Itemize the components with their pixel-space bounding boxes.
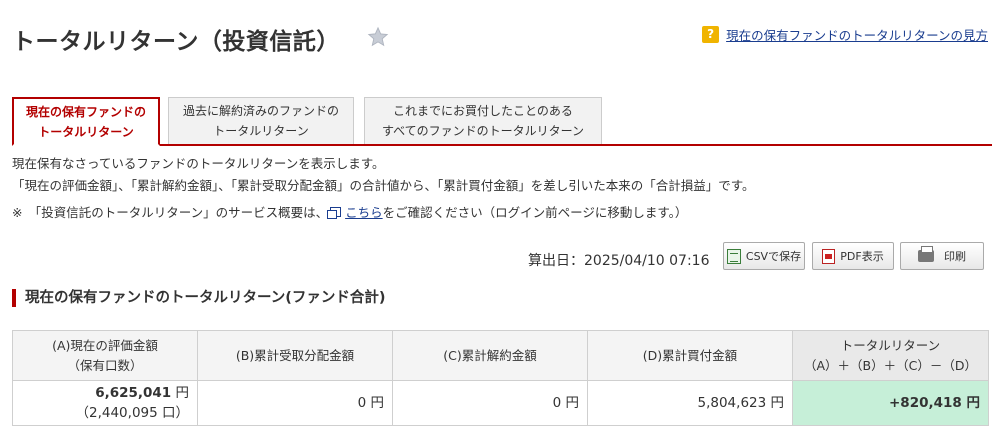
description-line-1: 現在保有なさっているファンドのトータルリターンを表示します。 (12, 156, 385, 171)
description-line-2: 「現在の評価金額」、「累計解約金額」、「累計受取分配金額」の合計値から、「累計買… (12, 178, 755, 193)
header-line1: (A)現在の評価金額 (52, 337, 158, 353)
tab-current-holdings[interactable]: 現在の保有ファンドの トータルリターン (12, 97, 160, 146)
tab-past-sold-funds[interactable]: 過去に解約済みのファンドの トータルリターン (168, 97, 354, 144)
tab-all-funds[interactable]: これまでにお買付したことのある すべてのファンドのトータルリターン (364, 97, 602, 144)
header-line1: トータルリターン (840, 337, 941, 353)
table-row: 6,625,041 円 （2,440,095 口） 0 円 0 円 5,804,… (12, 380, 989, 426)
units-held: （2,440,095 口） (75, 405, 190, 421)
description-note: ※ 「投資信託のトータルリターン」のサービス概要は、 こちら をご確認ください（… (12, 202, 687, 221)
calculation-date: 算出日：2025/04/10 07:16 (528, 253, 710, 269)
help-icon: ? (702, 26, 720, 43)
header-line2: （A）＋（B）＋（C）－（D） (804, 357, 977, 373)
pdf-icon (822, 248, 836, 264)
cell-redemptions: 0 円 (392, 380, 588, 426)
print-button-label: 印刷 (944, 250, 966, 263)
current-value-amount: 6,625,041 (95, 385, 172, 401)
header-line2: （保有口数） (67, 357, 143, 373)
current-value-unit: 円 (171, 385, 189, 401)
page-title: トータルリターン（投資信託） (12, 29, 340, 55)
total-return-table: (A)現在の評価金額 （保有口数） (B)累計受取分配金額 (C)累計解約金額 … (12, 330, 989, 426)
section-title: 現在の保有ファンドのトータルリターン(ファンド合計) (12, 289, 386, 307)
printer-icon (918, 246, 934, 262)
note-prefix: ※ 「投資信託のトータルリターン」のサービス概要は、 (12, 205, 329, 220)
header-total-return: トータルリターン （A）＋（B）＋（C）－（D） (792, 330, 989, 381)
csv-save-button[interactable]: CSVで保存 (723, 242, 805, 270)
help-link[interactable]: ? 現在の保有ファンドのトータルリターンの見方 (702, 25, 988, 44)
header-redemptions: (C)累計解約金額 (392, 330, 588, 381)
favorite-star-icon[interactable] (367, 26, 389, 48)
tab-label-line1: 現在の保有ファンドの (25, 104, 146, 119)
header-distributions: (B)累計受取分配金額 (197, 330, 393, 381)
tab-label-line2: トータルリターン (38, 124, 134, 139)
cell-purchases: 5,804,623 円 (587, 380, 793, 426)
csv-icon (726, 248, 741, 264)
tab-label-line1: これまでにお買付したことのある (393, 104, 573, 118)
header-purchases: (D)累計買付金額 (587, 330, 793, 381)
service-overview-link[interactable]: こちら (345, 202, 383, 221)
tab-label-line2: トータルリターン (213, 124, 309, 138)
help-link-text[interactable]: 現在の保有ファンドのトータルリターンの見方 (726, 25, 988, 44)
pdf-view-button[interactable]: PDF表示 (812, 242, 894, 270)
table-header-row: (A)現在の評価金額 （保有口数） (B)累計受取分配金額 (C)累計解約金額 … (12, 330, 989, 381)
csv-button-label: CSVで保存 (745, 250, 802, 263)
tab-label-line2: すべてのファンドのトータルリターン (381, 124, 585, 138)
cell-current-value: 6,625,041 円 （2,440,095 口） (12, 380, 198, 426)
note-suffix: をご確認ください（ログイン前ページに移動します。） (382, 205, 688, 220)
header-current-value: (A)現在の評価金額 （保有口数） (12, 330, 198, 381)
print-button[interactable]: 印刷 (900, 242, 984, 270)
tab-bar: 現在の保有ファンドの トータルリターン 過去に解約済みのファンドの トータルリタ… (12, 97, 992, 146)
pdf-button-label: PDF表示 (840, 250, 884, 263)
tab-label-line1: 過去に解約済みのファンドの (182, 104, 339, 118)
cell-distributions: 0 円 (197, 380, 393, 426)
external-window-icon (327, 206, 342, 219)
cell-total-return: +820,418 円 (792, 380, 989, 426)
